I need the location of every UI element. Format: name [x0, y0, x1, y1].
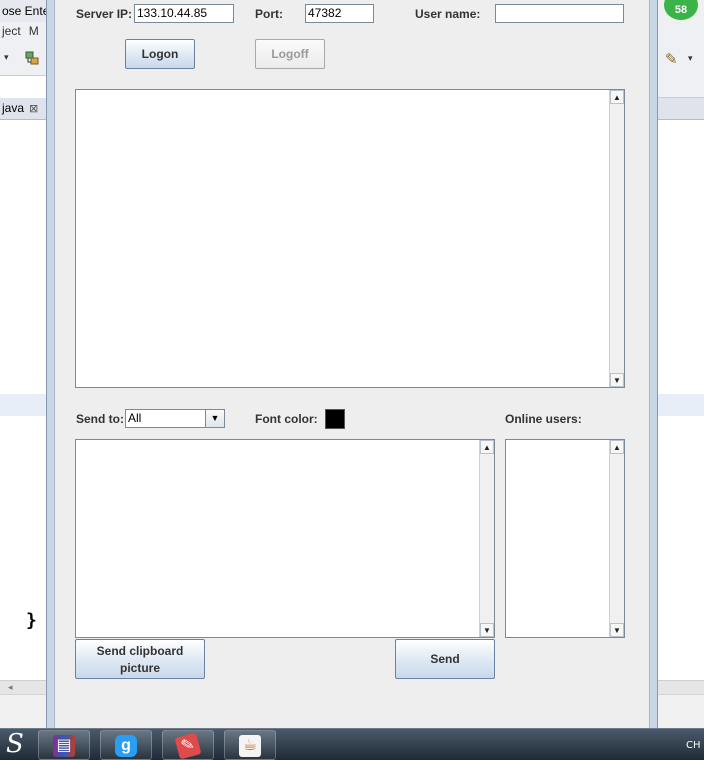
ide-menu-project[interactable]: ject: [2, 24, 21, 38]
ide-editor-tab[interactable]: java ⊠: [0, 98, 50, 120]
scroll-up-icon[interactable]: ▲: [610, 90, 624, 104]
ide-title-bar: ose Enter: [0, 0, 50, 22]
username-label: User name:: [415, 7, 481, 21]
scroll-up-icon[interactable]: ▲: [610, 440, 624, 454]
logoff-button[interactable]: Logoff: [255, 39, 325, 69]
chevron-down-icon[interactable]: ▾: [688, 53, 693, 64]
username-input[interactable]: [495, 4, 624, 23]
chevron-down-icon[interactable]: ▼: [205, 410, 224, 427]
online-users-label: Online users:: [505, 412, 582, 426]
ide-current-line-right: [655, 394, 704, 416]
online-users-scrollbar[interactable]: ▲ ▼: [609, 440, 624, 637]
toolbar-dropdown-icon[interactable]: ▾: [4, 52, 9, 63]
code-brace: }: [26, 610, 37, 631]
notepad-add-icon[interactable]: ✎: [162, 730, 214, 760]
wand-icon[interactable]: ✎: [665, 50, 678, 68]
ide-current-line: [0, 394, 50, 416]
scroll-down-icon[interactable]: ▼: [480, 623, 494, 637]
message-input[interactable]: ▲ ▼: [75, 439, 495, 638]
close-icon[interactable]: ⊠: [29, 103, 38, 115]
send-button[interactable]: Send: [395, 639, 495, 679]
ide-tool-icon[interactable]: [24, 50, 40, 66]
send-clipboard-picture-button[interactable]: Send clipboard picture: [75, 639, 205, 679]
scroll-down-icon[interactable]: ▼: [610, 623, 624, 637]
ide-hscroll-right[interactable]: [655, 680, 704, 694]
ide-horizontal-scrollbar[interactable]: ◂: [0, 680, 50, 694]
scroll-down-icon[interactable]: ▼: [610, 373, 624, 387]
send-to-label: Send to:: [76, 412, 124, 426]
scroll-up-icon[interactable]: ▲: [480, 440, 494, 454]
ide-tabbar-right: [655, 98, 704, 120]
send-clipboard-line2: picture: [119, 661, 160, 675]
ide-title-text: ose Enter: [2, 4, 50, 18]
ide-menu-bar: ject M: [0, 22, 50, 42]
online-users-list[interactable]: ▲ ▼: [505, 439, 625, 638]
qq-pinyin-icon[interactable]: g: [100, 730, 152, 760]
send-to-value: All: [128, 411, 142, 425]
font-color-label: Font color:: [255, 412, 318, 426]
send-clipboard-line1: Send clipboard: [96, 644, 184, 658]
ide-menu-more[interactable]: M: [29, 24, 39, 38]
input-language-indicator[interactable]: CH: [686, 740, 701, 751]
start-logo-icon[interactable]: S: [0, 730, 26, 760]
chat-history-scrollbar[interactable]: ▲ ▼: [609, 90, 624, 387]
logon-button[interactable]: Logon: [125, 39, 195, 69]
java-icon[interactable]: ☕: [224, 730, 276, 760]
notification-count: 58: [674, 4, 688, 16]
port-label: Port:: [255, 7, 283, 21]
server-ip-input[interactable]: 133.10.44.85: [134, 4, 234, 23]
winrar-icon[interactable]: ▤: [38, 730, 90, 760]
scroll-left-icon[interactable]: ◂: [8, 682, 13, 692]
chat-history-area[interactable]: ▲ ▼: [75, 89, 625, 388]
server-ip-label: Server IP:: [76, 7, 133, 21]
port-input[interactable]: 47382: [305, 4, 374, 23]
message-scrollbar[interactable]: ▲ ▼: [479, 440, 494, 637]
font-color-swatch[interactable]: [325, 409, 345, 429]
send-to-select[interactable]: All ▼: [125, 409, 225, 428]
ide-tab-label: java: [2, 101, 25, 115]
